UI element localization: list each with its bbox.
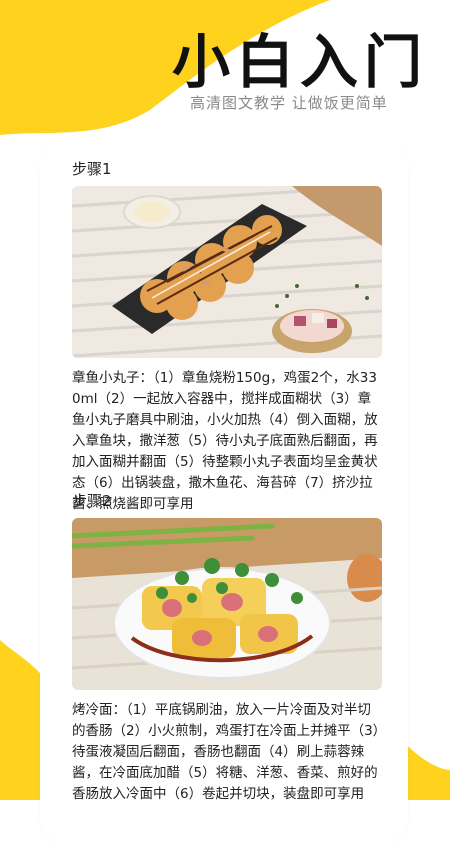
kaolengmian-photo <box>72 518 382 690</box>
step-1-description: 章鱼小丸子：（1）章鱼烧粉150g，鸡蛋2个，水330ml（2）一起放入容器中，… <box>72 370 378 512</box>
step-2-description: 烤冷面：（1）平底锅刷油，放入一片冷面及对半切的香肠（2）小火煎制，鸡蛋打在冷面… <box>72 702 380 802</box>
hero-title: 小白入门 <box>172 28 429 96</box>
recipe-card: 步骤1 章鱼小丸子：（1）章鱼烧粉150g，鸡蛋2个，水330ml（2）一起放入… <box>46 142 402 842</box>
takoyaki-photo <box>72 186 382 358</box>
hero-subtitle: 高清图文教学 让做饭更简单 <box>190 94 388 112</box>
step-2-title: 步骤2 <box>72 492 112 510</box>
step-1-title: 步骤1 <box>72 160 112 178</box>
